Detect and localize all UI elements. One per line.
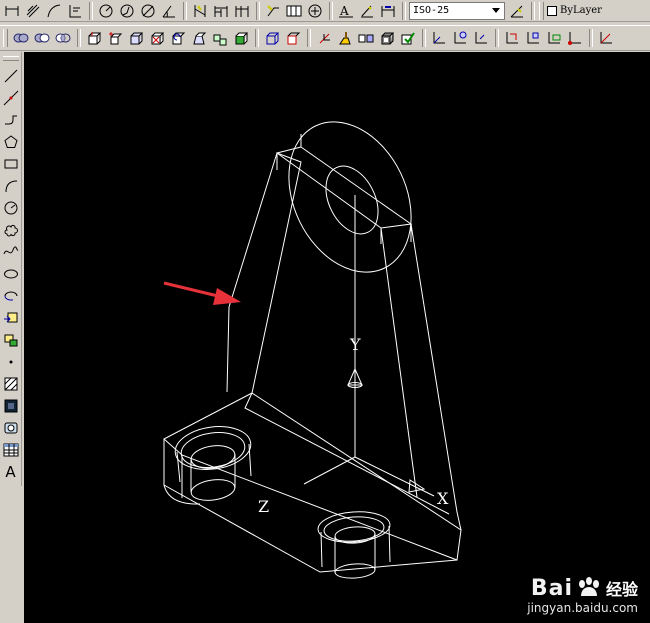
dimstyle-manager-icon[interactable] <box>507 1 527 21</box>
dim-edit-icon[interactable]: A <box>336 1 356 21</box>
color-edges-icon[interactable] <box>283 28 303 48</box>
ucs-icon[interactable] <box>429 28 449 48</box>
red-pointer-arrow-icon <box>163 281 241 305</box>
radius-dim-icon[interactable] <box>96 1 116 21</box>
chevron-down-icon <box>492 7 500 13</box>
line-icon[interactable] <box>1 65 21 87</box>
union-icon[interactable] <box>11 28 31 48</box>
table-icon[interactable] <box>1 439 21 461</box>
axis-y-label: Y <box>349 335 361 354</box>
baidu-watermark: Bai 经验 jingyan.baidu.com <box>527 576 638 615</box>
solids-toolbar <box>0 25 650 51</box>
layer-control[interactable]: ByLayer <box>547 5 602 16</box>
offset-faces-icon[interactable] <box>126 28 146 48</box>
angular-dim-icon[interactable] <box>159 1 179 21</box>
taper-faces-icon[interactable] <box>189 28 209 48</box>
color-swatch-icon <box>547 5 557 16</box>
wireframe-model: Y X Z <box>163 121 462 579</box>
baseline-dim-icon[interactable] <box>211 1 231 21</box>
arc-length-icon[interactable] <box>44 1 64 21</box>
mtext-label: A <box>5 463 16 481</box>
ucs-face-icon[interactable] <box>502 28 522 48</box>
leader-icon[interactable] <box>263 1 283 21</box>
diameter-dim-icon[interactable] <box>138 1 158 21</box>
axis-x-label: X <box>437 489 449 508</box>
jogged-dim-icon[interactable] <box>117 1 137 21</box>
point-icon[interactable] <box>1 351 21 373</box>
ucs-zaxis-icon[interactable] <box>596 28 616 48</box>
continue-dim-icon[interactable] <box>232 1 252 21</box>
polygon-icon[interactable] <box>1 131 21 153</box>
center-mark-icon[interactable] <box>305 1 325 21</box>
dimstyle-select[interactable]: ISO-25 <box>409 1 505 20</box>
extrude-faces-icon[interactable] <box>84 28 104 48</box>
shell-icon[interactable] <box>377 28 397 48</box>
watermark-url: jingyan.baidu.com <box>527 601 638 615</box>
intersect-icon[interactable] <box>53 28 73 48</box>
ucs-origin-icon[interactable] <box>565 28 585 48</box>
imprint-icon[interactable] <box>314 28 334 48</box>
tolerance-icon[interactable] <box>284 1 304 21</box>
revision-cloud-icon[interactable] <box>1 219 21 241</box>
watermark-brand2: 经验 <box>605 580 638 599</box>
ellipse-arc-icon[interactable] <box>1 285 21 307</box>
ucs-world-icon[interactable] <box>450 28 470 48</box>
dimstyle-value: ISO-25 <box>413 5 450 16</box>
check-icon[interactable] <box>398 28 418 48</box>
svg-text:A: A <box>339 4 349 18</box>
hatch-icon[interactable] <box>1 373 21 395</box>
region-icon[interactable] <box>1 417 21 439</box>
watermark-brand: Bai <box>530 576 573 601</box>
rectangle-icon[interactable] <box>1 153 21 175</box>
axis-z-label: Z <box>258 497 269 516</box>
dimension-toolbar: A ISO-25 ByLayer <box>0 0 650 22</box>
ucs-previous-icon[interactable] <box>471 28 491 48</box>
aligned-dim-icon[interactable] <box>23 1 43 21</box>
delete-faces-icon[interactable] <box>147 28 167 48</box>
polyline-icon[interactable] <box>1 109 21 131</box>
separate-icon[interactable] <box>356 28 376 48</box>
construction-line-icon[interactable] <box>1 87 21 109</box>
subtract-icon[interactable] <box>32 28 52 48</box>
draw-toolbar: A <box>0 52 22 486</box>
gradient-icon[interactable] <box>1 395 21 417</box>
mtext-tool[interactable]: A <box>1 461 21 483</box>
insert-block-icon[interactable] <box>1 307 21 329</box>
layer-value: ByLayer <box>560 5 602 16</box>
linear-dim-icon[interactable] <box>2 1 22 21</box>
quick-dim-icon[interactable] <box>190 1 210 21</box>
dim-update-icon[interactable] <box>378 1 398 21</box>
drawing-canvas[interactable]: Y X Z Bai 经验 jingyan.baidu.com <box>24 52 650 623</box>
copy-faces-icon[interactable] <box>210 28 230 48</box>
move-faces-icon[interactable] <box>105 28 125 48</box>
circle-icon[interactable] <box>1 197 21 219</box>
clean-icon[interactable] <box>335 28 355 48</box>
rotate-faces-icon[interactable] <box>168 28 188 48</box>
ucs-object-icon[interactable] <box>523 28 543 48</box>
arc-icon[interactable] <box>1 175 21 197</box>
ucs-view-icon[interactable] <box>544 28 564 48</box>
ordinate-dim-icon[interactable] <box>65 1 85 21</box>
baidu-paw-icon <box>576 577 602 599</box>
copy-edges-icon[interactable] <box>262 28 282 48</box>
ellipse-icon[interactable] <box>1 263 21 285</box>
spline-icon[interactable] <box>1 241 21 263</box>
color-faces-icon[interactable] <box>231 28 251 48</box>
dim-text-edit-icon[interactable] <box>357 1 377 21</box>
make-block-icon[interactable] <box>1 329 21 351</box>
